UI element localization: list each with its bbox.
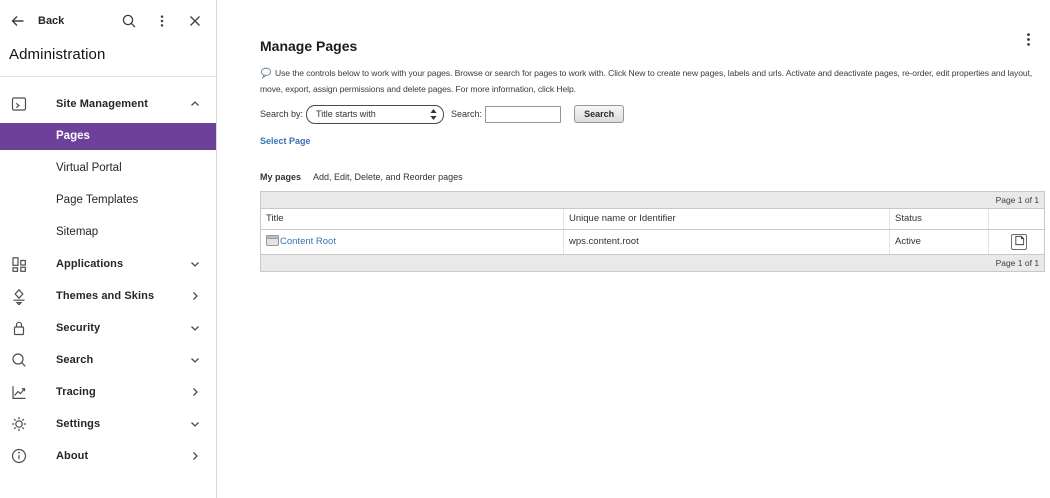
sidebar-item-site-management[interactable]: Site Management <box>0 88 216 120</box>
column-header-unique-name: Unique name or Identifier <box>563 207 890 230</box>
lock-icon <box>9 319 29 337</box>
sidebar-item-security[interactable]: Security <box>0 312 216 344</box>
chevron-right-icon <box>189 386 201 398</box>
search-button[interactable]: Search <box>574 105 625 124</box>
cell-actions <box>987 228 1045 255</box>
page-icon <box>266 234 279 249</box>
cell-title: Content Root <box>260 228 564 255</box>
sidebar-item-settings[interactable]: Settings <box>0 408 216 440</box>
edit-page-layout-icon <box>1014 234 1025 249</box>
sidebar-item-label: Settings <box>56 418 101 430</box>
sidebar-item-label: Pages <box>56 130 90 142</box>
pager-bottom: Page 1 of 1 <box>260 253 1045 272</box>
search-icon[interactable] <box>120 12 138 30</box>
sidebar-item-label: Search <box>56 354 94 366</box>
help-balloon-icon <box>260 67 272 83</box>
select-stepper-icon <box>429 108 438 121</box>
sidebar-item-about[interactable]: About <box>0 440 216 472</box>
column-header-actions <box>987 207 1045 230</box>
sidebar-item-label: Virtual Portal <box>56 162 122 174</box>
search-by-label: Search by: <box>260 109 304 120</box>
table-row: Content Root wps.content.root Active <box>260 228 1045 255</box>
description-body: Use the controls below to work with your… <box>260 68 1033 95</box>
pages-table-wrap: Page 1 of 1 Title Unique name or Identif… <box>260 190 1046 272</box>
sidebar-item-label: About <box>56 450 89 462</box>
column-header-title: Title <box>260 207 564 230</box>
chevron-down-icon <box>189 354 201 366</box>
sidebar-top-icons <box>120 12 204 30</box>
themes-icon <box>9 287 29 305</box>
sidebar-item-label: Tracing <box>56 386 96 398</box>
cell-unique-name: wps.content.root <box>563 228 890 255</box>
back-arrow-icon <box>9 12 27 30</box>
pager-top: Page 1 of 1 <box>260 190 1045 209</box>
gear-icon <box>9 415 29 433</box>
info-icon <box>9 447 29 465</box>
my-pages-hint: Add, Edit, Delete, and Reorder pages <box>313 171 463 182</box>
sidebar-item-label: Sitemap <box>56 226 99 238</box>
sidebar-item-pages[interactable]: Pages <box>0 122 216 150</box>
site-management-icon <box>9 95 29 113</box>
admin-sidebar: Back Administration Site Management Page… <box>0 0 217 498</box>
sidebar-title: Administration <box>9 46 106 63</box>
chevron-down-icon <box>189 258 201 270</box>
sidebar-item-label: Applications <box>56 258 124 270</box>
my-pages-line: My pages Add, Edit, Delete, and Reorder p… <box>260 172 1044 182</box>
chevron-right-icon <box>189 450 201 462</box>
my-pages-label: My pages <box>260 171 302 182</box>
sidebar-item-page-templates[interactable]: Page Templates <box>0 184 216 216</box>
search-controls: Search by: Title starts with Search: Sea… <box>260 104 1044 124</box>
sidebar-item-label: Page Templates <box>56 194 139 206</box>
sidebar-menu: Site Management Pages Virtual Portal Pag… <box>0 77 216 472</box>
select-page-link[interactable]: Select Page <box>260 136 311 146</box>
back-button[interactable]: Back <box>9 12 64 30</box>
column-header-status: Status <box>889 207 989 230</box>
kebab-menu-icon[interactable] <box>153 12 171 30</box>
header-row: Title Unique name or Identifier Status <box>260 207 1045 230</box>
edit-page-layout-button[interactable] <box>1011 233 1028 250</box>
back-label: Back <box>38 15 65 27</box>
chevron-right-icon <box>189 290 201 302</box>
portlet-kebab-menu-icon[interactable] <box>1019 30 1037 48</box>
pager-row-bottom: Page 1 of 1 <box>260 253 1045 272</box>
search-icon <box>9 351 29 369</box>
search-by-select[interactable]: Title starts with <box>306 104 445 124</box>
page-title: Manage Pages <box>260 38 358 54</box>
sidebar-item-label: Themes and Skins <box>56 290 155 302</box>
manage-pages-content: Manage Pages Use the controls below to w… <box>218 0 1050 272</box>
chevron-down-icon <box>189 418 201 430</box>
sidebar-item-label: Security <box>56 322 101 334</box>
search-input[interactable] <box>485 105 562 123</box>
pager-row-top: Page 1 of 1 <box>260 190 1045 209</box>
sidebar-item-applications[interactable]: Applications <box>0 248 216 280</box>
pages-table: Page 1 of 1 Title Unique name or Identif… <box>260 190 1046 272</box>
sidebar-item-search[interactable]: Search <box>0 344 216 376</box>
sidebar-toolbar: Back <box>0 0 216 42</box>
sidebar-item-label: Site Management <box>56 98 148 110</box>
search-by-selected-value: Title starts with <box>316 109 376 120</box>
description-text: Use the controls below to work with your… <box>260 67 1040 97</box>
content-root-link[interactable]: Content Root <box>280 236 336 247</box>
main-panel: Manage Pages Use the controls below to w… <box>218 0 1050 498</box>
sidebar-item-virtual-portal[interactable]: Virtual Portal <box>0 152 216 184</box>
search-input-label: Search: <box>451 109 483 120</box>
sidebar-item-sitemap[interactable]: Sitemap <box>0 216 216 248</box>
applications-icon <box>9 255 29 273</box>
tracing-chart-icon <box>9 383 29 401</box>
close-icon[interactable] <box>186 12 204 30</box>
chevron-up-icon <box>189 98 201 110</box>
cell-status: Active <box>889 228 989 255</box>
sidebar-item-tracing[interactable]: Tracing <box>0 376 216 408</box>
chevron-down-icon <box>189 322 201 334</box>
sidebar-item-themes-and-skins[interactable]: Themes and Skins <box>0 280 216 312</box>
